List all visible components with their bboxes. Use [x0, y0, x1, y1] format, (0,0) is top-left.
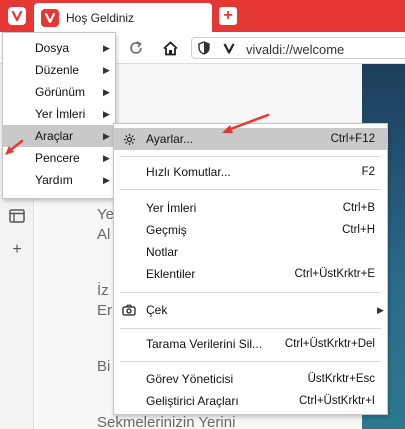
page-text-line: Al	[97, 226, 111, 243]
menu-item-clear-browsing-data[interactable]: Tarama Verilerini Sil... Ctrl+ÜstKrktr+D…	[114, 333, 387, 355]
vivaldi-site-icon	[223, 42, 235, 57]
menu-item-capture[interactable]: Çek ▶	[114, 299, 387, 321]
vivaldi-favicon-icon	[41, 9, 59, 27]
menu-item-label: Eklentiler	[146, 267, 196, 281]
menu-item-label: Geçmiş	[146, 223, 187, 237]
menu-item-label: Tarama Verilerini Sil...	[146, 337, 263, 351]
shortcut-label: Ctrl+ÜstKrktr+I	[298, 395, 375, 407]
menu-item-label: Pencere	[35, 151, 80, 165]
menu-separator	[120, 328, 381, 329]
shortcut-label: Ctrl+H	[342, 224, 375, 236]
menu-separator	[120, 292, 381, 293]
url-field[interactable]: vivaldi://welcome	[191, 37, 405, 59]
home-icon[interactable]	[160, 38, 180, 58]
add-panel-icon[interactable]: +	[8, 241, 26, 259]
menu-item-settings[interactable]: Ayarlar... Ctrl+F12	[114, 128, 387, 150]
menu-item-view[interactable]: Görünüm ▶	[3, 81, 115, 103]
menu-item-bookmarks[interactable]: Yer İmleri ▶	[3, 103, 115, 125]
tab-bar: Hoş Geldiniz +	[0, 0, 405, 32]
shortcut-label: Ctrl+ÜstKrktr+Del	[284, 338, 375, 350]
menu-item-window[interactable]: Pencere ▶	[3, 147, 115, 169]
submenu-arrow-icon: ▶	[103, 130, 110, 141]
menu-item-extensions[interactable]: Eklentiler Ctrl+ÜstKrktr+E	[114, 263, 387, 285]
submenu-arrow-icon: ▶	[103, 86, 110, 97]
menu-item-quick-commands[interactable]: Hızlı Komutlar... F2	[114, 161, 387, 183]
gear-icon	[122, 132, 136, 146]
vivaldi-menu-icon[interactable]	[8, 7, 26, 25]
submenu-arrow-icon: ▶	[103, 152, 110, 163]
menu-item-tools[interactable]: Araçlar ▶	[3, 125, 115, 147]
page-text-line: Ye	[97, 206, 114, 223]
shortcut-label: Ctrl+F12	[330, 133, 375, 145]
shield-icon[interactable]	[198, 41, 210, 58]
menu-item-label: Hızlı Komutlar...	[146, 165, 231, 179]
tools-submenu: Ayarlar... Ctrl+F12 Hızlı Komutlar... F2…	[113, 123, 388, 415]
menu-item-label: Görev Yöneticisi	[146, 372, 234, 386]
menu-item-label: Ayarlar...	[146, 132, 194, 146]
submenu-arrow-icon: ▶	[377, 304, 384, 315]
menu-item-bookmarks[interactable]: Yer İmleri Ctrl+B	[114, 197, 387, 219]
url-text: vivaldi://welcome	[246, 42, 345, 57]
menu-item-label: Araçlar	[35, 129, 74, 143]
menu-item-developer-tools[interactable]: Geliştirici Araçları Ctrl+ÜstKrktr+I	[114, 390, 387, 412]
menu-item-label: Yer İmleri	[146, 201, 197, 215]
submenu-arrow-icon: ▶	[103, 174, 110, 185]
menu-separator	[120, 189, 381, 190]
page-text-line: İz	[97, 282, 109, 299]
page-text-line: Er	[97, 302, 112, 319]
page-text-line: Bi	[97, 358, 111, 375]
main-menu: Dosya ▶ Düzenle ▶ Görünüm ▶ Yer İmleri ▶…	[2, 32, 116, 199]
menu-item-label: Geliştirici Araçları	[146, 394, 239, 408]
reload-icon[interactable]	[126, 38, 146, 58]
menu-item-file[interactable]: Dosya ▶	[3, 37, 115, 59]
menu-separator	[120, 361, 381, 362]
camera-icon	[122, 303, 136, 317]
menu-item-edit[interactable]: Düzenle ▶	[3, 59, 115, 81]
menu-separator	[120, 156, 381, 157]
menu-item-label: Düzenle	[35, 63, 80, 77]
menu-item-label: Görünüm	[35, 85, 86, 99]
submenu-arrow-icon: ▶	[103, 42, 110, 53]
shortcut-label: Ctrl+B	[342, 202, 375, 214]
menu-item-label: Dosya	[35, 41, 70, 55]
menu-item-help[interactable]: Yardım ▶	[3, 169, 115, 191]
new-tab-button[interactable]: +	[219, 7, 237, 25]
menu-item-history[interactable]: Geçmiş Ctrl+H	[114, 219, 387, 241]
shortcut-label: ÜstKrktr+Esc	[307, 373, 375, 385]
submenu-arrow-icon: ▶	[103, 108, 110, 119]
submenu-arrow-icon: ▶	[103, 64, 110, 75]
tab-title: Hoş Geldiniz	[66, 11, 135, 25]
page-text-line: Sekmelerinizin Yerini	[97, 414, 236, 429]
tab-welcome[interactable]: Hoş Geldiniz	[34, 3, 212, 32]
menu-item-label: Yer İmleri	[35, 107, 86, 121]
menu-item-task-manager[interactable]: Görev Yöneticisi ÜstKrktr+Esc	[114, 368, 387, 390]
menu-item-label: Çek	[146, 303, 168, 317]
shortcut-label: Ctrl+ÜstKrktr+E	[294, 268, 375, 280]
window-panel-icon[interactable]	[8, 207, 26, 225]
shortcut-label: F2	[361, 166, 375, 178]
menu-item-label: Yardım	[35, 173, 73, 187]
menu-item-label: Notlar	[146, 245, 179, 259]
menu-item-notes[interactable]: Notlar	[114, 241, 387, 263]
